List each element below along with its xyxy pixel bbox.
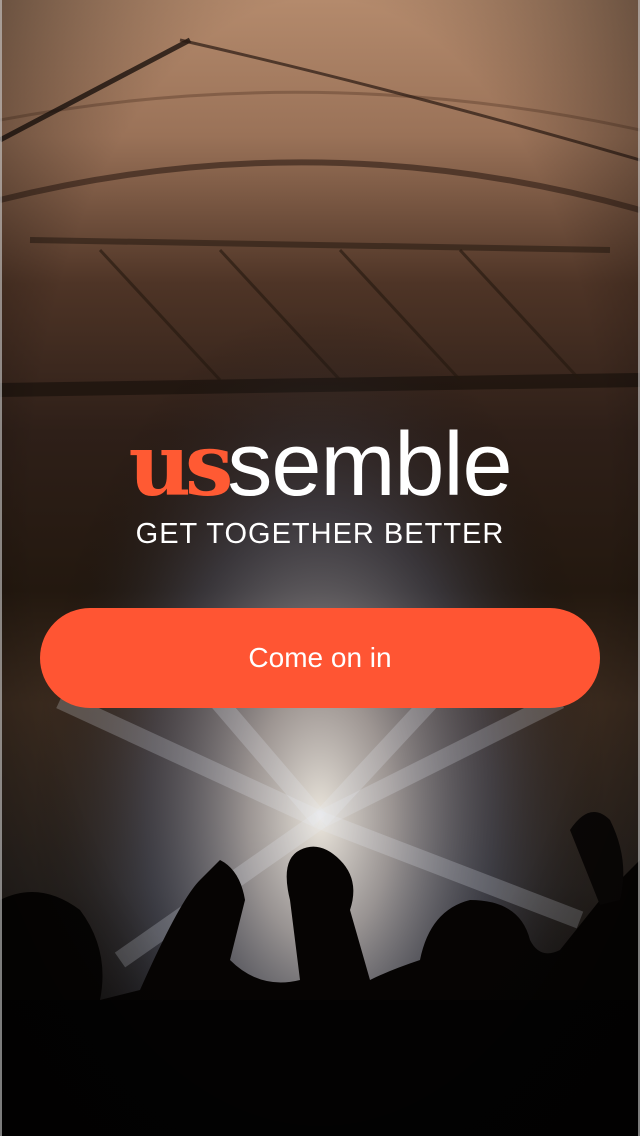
tagline: GET TOGETHER BETTER — [135, 518, 505, 550]
logo-text: semble — [227, 415, 512, 515]
welcome-content: ussemble GET TOGETHER BETTER Come on in — [0, 0, 640, 1136]
welcome-screen: ussemble GET TOGETHER BETTER Come on in — [0, 0, 640, 1136]
come-on-in-button[interactable]: Come on in — [40, 608, 600, 708]
logo-accent-text: us — [128, 415, 233, 516]
app-logo: ussemble — [0, 420, 640, 510]
